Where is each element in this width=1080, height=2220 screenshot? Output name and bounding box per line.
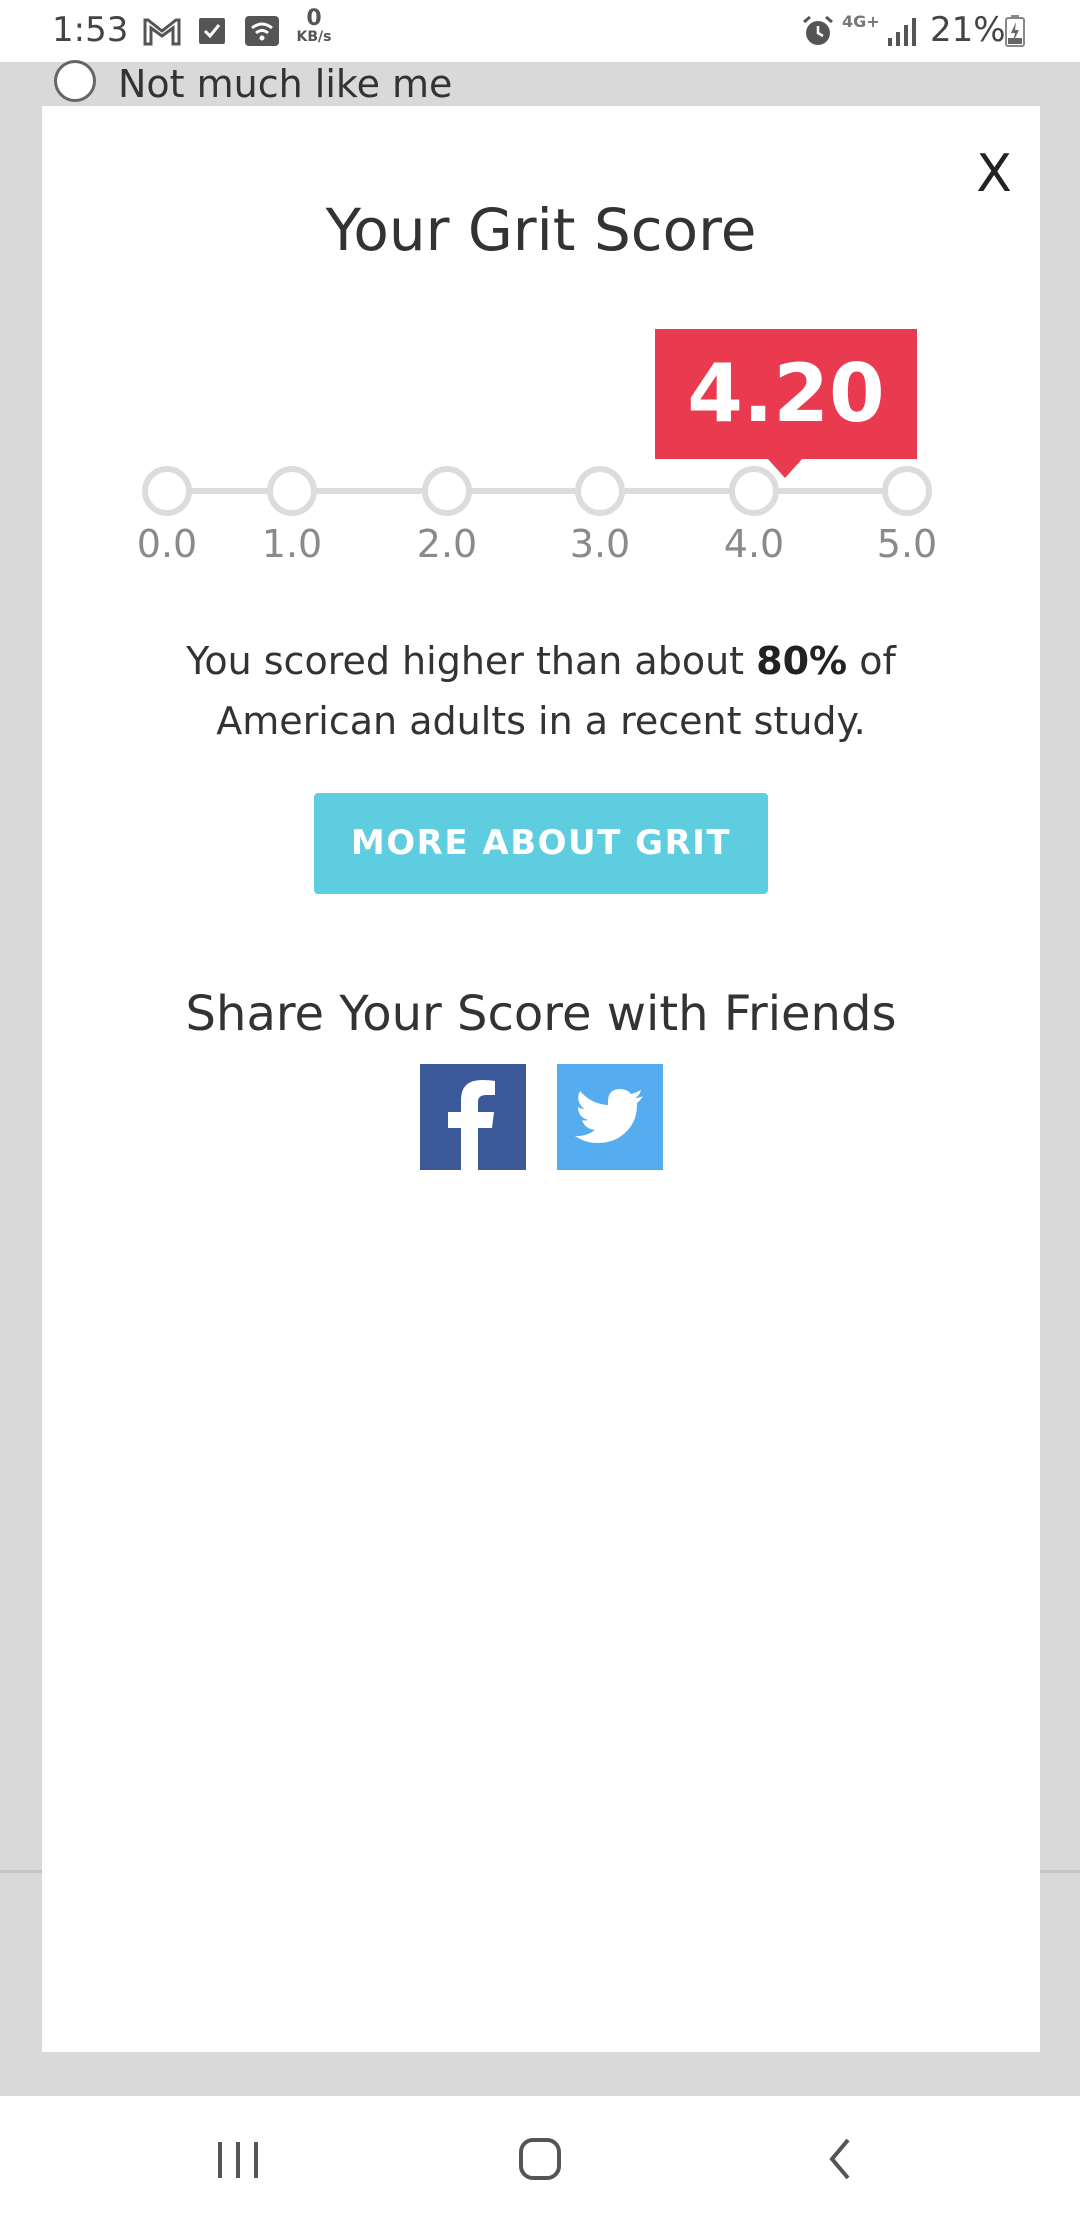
gmail-icon bbox=[143, 18, 181, 46]
more-about-grit-button[interactable]: MORE ABOUT GRIT bbox=[314, 793, 768, 894]
speed-unit: KB/s bbox=[296, 29, 332, 45]
status-bar: 1:53 0 KB/s 4G+ 21% bbox=[0, 0, 1080, 62]
scale-tick-label: 2.0 bbox=[416, 522, 478, 566]
navigation-bar bbox=[0, 2096, 1080, 2220]
option-label: Not much like me bbox=[118, 62, 453, 106]
scale-tick-label: 4.0 bbox=[723, 522, 785, 566]
facebook-share-button[interactable] bbox=[420, 1064, 526, 1170]
scale-tick-label: 3.0 bbox=[569, 522, 631, 566]
result-suffix: of bbox=[847, 639, 896, 683]
signal-icon bbox=[888, 18, 916, 46]
twitter-icon bbox=[575, 1089, 643, 1143]
result-line2: American adults in a recent study. bbox=[216, 699, 866, 743]
scale-tick-label: 0.0 bbox=[136, 522, 198, 566]
result-percent: 80% bbox=[756, 639, 848, 683]
score-badge: 4.20 bbox=[655, 329, 917, 459]
scale-dot bbox=[267, 466, 317, 516]
result-text: You scored higher than about 80% of Amer… bbox=[42, 631, 1040, 751]
scale-dot bbox=[422, 466, 472, 516]
modal-title: Your Grit Score bbox=[325, 196, 757, 264]
check-icon bbox=[199, 18, 225, 44]
scale-tick-label: 1.0 bbox=[261, 522, 323, 566]
facebook-icon bbox=[448, 1080, 495, 1170]
data-speed: 0 KB/s bbox=[292, 6, 336, 46]
clock: 1:53 bbox=[52, 10, 129, 50]
back-icon[interactable] bbox=[802, 2124, 882, 2194]
recent-apps-icon[interactable] bbox=[198, 2124, 278, 2194]
score-badge-pointer bbox=[767, 458, 803, 478]
scale-dot bbox=[575, 466, 625, 516]
scale-dot bbox=[142, 466, 192, 516]
scale-tick-label: 5.0 bbox=[876, 522, 938, 566]
alarm-icon bbox=[803, 15, 833, 45]
radio-button[interactable] bbox=[54, 60, 96, 102]
share-title: Share Your Score with Friends bbox=[185, 986, 897, 1042]
scale-dot bbox=[882, 466, 932, 516]
battery-charging-icon bbox=[1005, 15, 1025, 47]
twitter-share-button[interactable] bbox=[557, 1064, 663, 1170]
home-icon[interactable] bbox=[500, 2124, 580, 2194]
network-type: 4G+ bbox=[842, 12, 880, 31]
speed-value: 0 bbox=[306, 6, 322, 31]
result-prefix: You scored higher than about bbox=[186, 639, 757, 683]
wifi-icon bbox=[245, 16, 279, 46]
grit-score-modal: X Your Grit Score 0.0 1.0 2.0 3.0 4.0 5.0 4.2… bbox=[42, 106, 1040, 2052]
battery-percent: 21% bbox=[930, 10, 1006, 50]
